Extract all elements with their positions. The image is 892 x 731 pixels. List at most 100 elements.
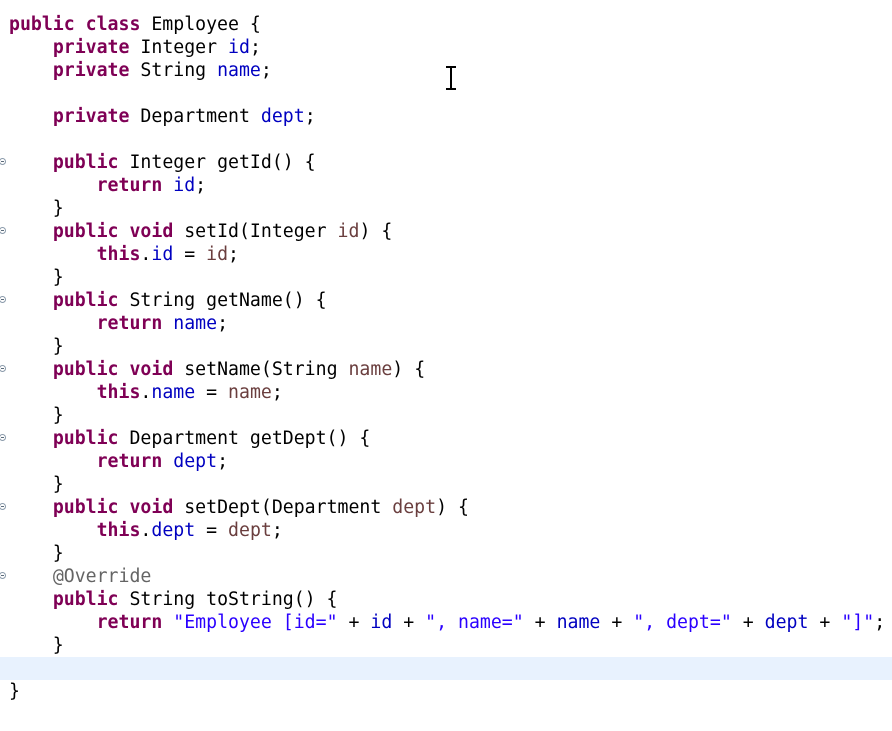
plain-token: ; [217, 451, 229, 472]
plain-token: ; [228, 244, 239, 265]
code-line[interactable]: return id; [0, 174, 892, 197]
keyword-token: return [96, 612, 163, 633]
keyword-token: return [96, 451, 163, 472]
keyword-token: this [96, 520, 141, 541]
code-line[interactable]: @Override [0, 565, 892, 588]
code-line[interactable]: this.dept = dept; [0, 519, 892, 542]
code-line[interactable]: private Integer id; [0, 36, 892, 59]
parameter-token: id [206, 244, 229, 265]
code-line[interactable]: } [0, 404, 892, 427]
plain-token: } [9, 681, 20, 702]
code-line[interactable]: public void setId(Integer id) { [0, 220, 892, 243]
string-token: "]" [841, 612, 875, 633]
current-line[interactable] [0, 657, 892, 680]
code-line[interactable]: public void setDept(Department dept) { [0, 496, 892, 519]
fold-collapse-icon[interactable] [0, 434, 6, 441]
code-line[interactable] [0, 128, 892, 151]
code-line[interactable]: } [0, 634, 892, 657]
keyword-token: return [96, 313, 163, 334]
code-line[interactable]: public void setName(String name) { [0, 358, 892, 381]
code-line[interactable]: } [0, 473, 892, 496]
code-line[interactable]: } [0, 542, 892, 565]
field-token: name [217, 60, 261, 81]
plain-token: ; [271, 520, 283, 541]
plain-token: setId(Integer [173, 221, 338, 242]
plain-token: + [731, 612, 765, 633]
keyword-token: class [85, 14, 141, 35]
code-line[interactable]: public class Employee { [0, 13, 892, 36]
fold-collapse-icon[interactable] [0, 227, 6, 234]
plain-token: = [195, 520, 229, 541]
keyword-token: private [52, 60, 130, 81]
field-token: id [173, 175, 196, 196]
plain-token: Employee { [140, 14, 261, 35]
plain-token: ; [304, 106, 316, 127]
code-line[interactable]: public String getName() { [0, 289, 892, 312]
string-token: "Employee [id=" [173, 612, 338, 633]
field-token: dept [764, 612, 809, 633]
fold-collapse-icon[interactable] [0, 158, 6, 165]
keyword-token: private [52, 37, 130, 58]
plain-token: Department [129, 106, 261, 127]
keyword-token: void [129, 359, 174, 380]
code-line[interactable]: } [0, 680, 892, 703]
code-line[interactable]: return dept; [0, 450, 892, 473]
plain-token: ) { [392, 359, 426, 380]
plain-token: Integer [129, 37, 229, 58]
code-line[interactable]: return name; [0, 312, 892, 335]
plain-token: ; [249, 37, 261, 58]
fold-collapse-icon[interactable] [0, 296, 6, 303]
code-line[interactable]: private Department dept; [0, 105, 892, 128]
keyword-token: public [52, 497, 119, 518]
code-line[interactable]: public Integer getId() { [0, 151, 892, 174]
code-area[interactable]: public class Employee { private Integer … [0, 13, 892, 703]
plain-token: } [9, 336, 64, 357]
plain-token: setDept(Department [173, 497, 393, 518]
field-token: dept [173, 451, 218, 472]
code-line[interactable]: public String toString() { [0, 588, 892, 611]
plain-token: ; [195, 175, 207, 196]
plain-token: } [9, 474, 64, 495]
keyword-token: public [52, 428, 119, 449]
plain-token: + [600, 612, 634, 633]
keyword-token: void [129, 221, 174, 242]
code-editor[interactable]: public class Employee { private Integer … [0, 0, 892, 731]
plain-token: ; [260, 60, 272, 81]
fold-collapse-icon[interactable] [0, 503, 6, 510]
keyword-token: public [52, 221, 119, 242]
plain-token: } [9, 405, 64, 426]
plain-token: } [9, 543, 64, 564]
keyword-token: public [52, 359, 119, 380]
code-line[interactable]: } [0, 335, 892, 358]
code-line[interactable]: return "Employee [id=" + id + ", name=" … [0, 611, 892, 634]
keyword-token: public [52, 152, 119, 173]
code-line[interactable]: } [0, 266, 892, 289]
keyword-token: return [96, 175, 163, 196]
code-line[interactable]: this.id = id; [0, 243, 892, 266]
field-token: name [173, 313, 218, 334]
parameter-token: name [228, 382, 272, 403]
field-token: name [151, 382, 196, 403]
code-line[interactable]: this.name = name; [0, 381, 892, 404]
plain-token: } [9, 635, 64, 656]
field-token: dept [260, 106, 305, 127]
code-line[interactable]: public Department getDept() { [0, 427, 892, 450]
fold-collapse-icon[interactable] [0, 365, 6, 372]
fold-collapse-icon[interactable] [0, 572, 6, 579]
code-line[interactable]: } [0, 197, 892, 220]
keyword-token: this [96, 244, 141, 265]
